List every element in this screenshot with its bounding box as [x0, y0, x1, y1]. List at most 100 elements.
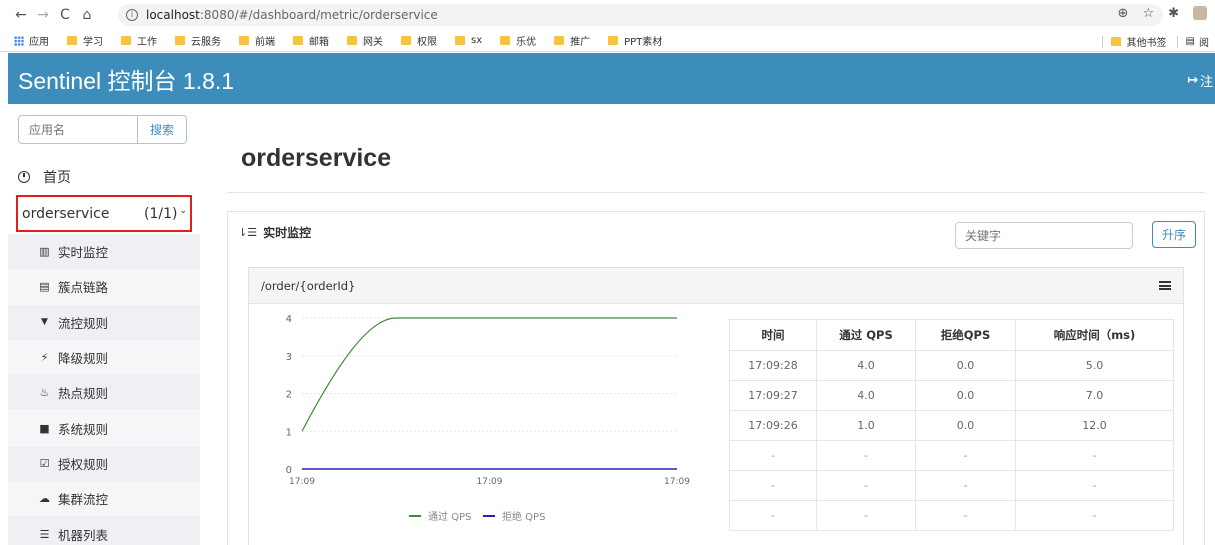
- profile-avatar[interactable]: [1193, 6, 1207, 20]
- sort-asc-button[interactable]: 升序: [1152, 221, 1196, 248]
- sidebar-item-system-rules[interactable]: ■ 系统规则: [8, 410, 200, 446]
- sidebar-item-cluster-point-link[interactable]: ▤ 簇点链路: [8, 269, 200, 305]
- bookmark-folder[interactable]: 网关: [347, 33, 383, 48]
- x-tick-label: 17:09: [664, 477, 690, 487]
- table-cell: -: [1015, 470, 1174, 501]
- sidebar-item-label: 首页: [43, 170, 71, 186]
- zoom-icon[interactable]: ⊕: [1118, 6, 1129, 21]
- home-icon[interactable]: ⌂: [76, 7, 98, 23]
- folder-icon: [401, 36, 411, 45]
- bookmark-apps[interactable]: 应用: [14, 33, 49, 48]
- table-cell: 17:09:26: [729, 410, 817, 441]
- sidebar-item-label: 机器列表: [58, 527, 109, 543]
- forward-icon[interactable]: →: [32, 7, 54, 23]
- sidebar-item-home[interactable]: 首页: [18, 167, 71, 187]
- reload-icon[interactable]: C: [54, 7, 76, 23]
- apps-grid-icon: [14, 35, 24, 46]
- column-header-time: 时间: [729, 319, 817, 351]
- back-icon[interactable]: ←: [10, 7, 32, 23]
- sign-out-icon: ↦: [1187, 73, 1198, 88]
- table-cell: -: [915, 500, 1016, 531]
- folder-icon: [455, 36, 465, 45]
- resource-metric-card: /order/{orderId} 0 1 2 3 4 17:09 17:09 17:09 通过 …: [248, 267, 1184, 545]
- app-header: Sentinel 控制台 1.8.1 ↦ 注: [8, 53, 1215, 104]
- sidebar-item-auth-rules[interactable]: ☑ 授权规则: [8, 446, 200, 481]
- app-search-input[interactable]: [18, 115, 138, 144]
- bookmark-folder[interactable]: 邮箱: [293, 33, 329, 48]
- folder-icon: [608, 36, 619, 45]
- info-icon[interactable]: i: [126, 9, 138, 21]
- bar-chart-icon: ▥: [39, 245, 50, 259]
- sidebar-item-machine-list[interactable]: ☰ 机器列表: [8, 516, 200, 545]
- app-title: Sentinel 控制台 1.8.1: [18, 67, 235, 94]
- address-bar[interactable]: i localhost:8080/#/dashboard/metric/orde…: [118, 4, 1163, 26]
- bookmark-folder[interactable]: 权限: [401, 33, 437, 48]
- panel-title-text: 实时监控: [263, 226, 312, 240]
- table-cell: 5.0: [1015, 350, 1174, 381]
- sidebar-item-realtime-monitor[interactable]: ▥ 实时监控: [8, 234, 200, 269]
- sidebar-item-label: 热点规则: [58, 386, 109, 402]
- extensions-icon[interactable]: ✱: [1168, 6, 1179, 21]
- bookmarks-right: 其他书签 ▤ 阅: [1101, 34, 1209, 49]
- bookmark-folder[interactable]: PPT素材: [608, 33, 662, 48]
- folder-icon: [239, 36, 249, 45]
- realtime-table: 时间 通过 QPS 拒绝QPS 响应时间（ms) 17:09:28 4.0 0.…: [729, 319, 1174, 531]
- y-tick-label: 1: [286, 427, 292, 438]
- app-search: 搜索: [18, 115, 187, 144]
- filter-icon: ▼: [41, 317, 48, 328]
- table-cell: -: [816, 470, 916, 501]
- app-count-text: (1/1): [143, 205, 178, 222]
- bookmark-folder[interactable]: 推广: [554, 33, 590, 48]
- x-tick-label: 17:09: [477, 477, 503, 487]
- divider: [1176, 35, 1178, 48]
- bookmark-other[interactable]: 其他书签: [1110, 34, 1167, 49]
- dashboard-icon: [18, 171, 30, 183]
- chevron-down-icon: ⌄: [179, 205, 187, 216]
- search-button[interactable]: 搜索: [138, 115, 187, 144]
- sidebar-item-cluster-flow[interactable]: ☁ 集群流控: [8, 481, 200, 517]
- sidebar-item-label: 系统规则: [58, 421, 109, 437]
- cloud-icon: ☁: [39, 492, 50, 506]
- table-cell: 1.0: [816, 410, 916, 441]
- url-host: localhost: [146, 8, 200, 22]
- table-cell: -: [729, 440, 817, 471]
- sidebar-item-label: 流控规则: [58, 315, 109, 331]
- table-row: - - - -: [729, 500, 1174, 531]
- sidebar-item-flow-rules[interactable]: ▼ 流控规则: [8, 305, 200, 340]
- folder-icon: [121, 36, 131, 45]
- star-icon[interactable]: ☆: [1142, 6, 1154, 21]
- sidebar-item-label: 降级规则: [58, 351, 109, 367]
- bookmark-folder[interactable]: sx: [455, 35, 482, 46]
- column-header-pass-qps: 通过 QPS: [816, 319, 916, 351]
- table-row: 17:09:28 4.0 0.0 5.0: [729, 350, 1174, 381]
- table-cell: 7.0: [1015, 380, 1174, 411]
- bookmark-folder[interactable]: 云服务: [175, 33, 221, 48]
- logout-label: 注: [1199, 75, 1213, 90]
- table-cell: -: [1015, 500, 1174, 531]
- bookmark-folder[interactable]: 学习: [67, 33, 103, 48]
- keyword-input[interactable]: [955, 222, 1133, 249]
- table-cell: -: [915, 440, 1016, 471]
- reading-list-icon: ▤: [1185, 36, 1195, 47]
- menu-icon[interactable]: [1159, 281, 1171, 290]
- column-header-rt: 响应时间（ms): [1015, 319, 1174, 351]
- browser-toolbar: ← → C ⌂ i localhost:8080/#/dashboard/met…: [0, 0, 1215, 30]
- page-title: orderservice: [241, 144, 392, 172]
- bookmark-folder[interactable]: 工作: [121, 33, 157, 48]
- table-row: 17:09:27 4.0 0.0 7.0: [729, 380, 1174, 411]
- sidebar-item-hotspot-rules[interactable]: ♨ 热点规则: [8, 375, 200, 410]
- app-selector-orderservice[interactable]: orderservice (1/1) ⌄: [16, 195, 192, 232]
- bookmark-folder[interactable]: 乐优: [500, 33, 536, 48]
- bookmark-folder[interactable]: 前端: [239, 33, 275, 48]
- legend-label: 通过 QPS: [428, 510, 471, 523]
- sort-amount-icon: ⇂☰: [238, 226, 258, 239]
- folder-icon: [554, 36, 565, 45]
- table-cell: -: [729, 500, 817, 531]
- table-cell: 0.0: [915, 410, 1016, 441]
- bookmark-reading-list[interactable]: ▤ 阅: [1186, 34, 1209, 49]
- sidebar-item-degrade-rules[interactable]: ⚡ 降级规则: [8, 339, 200, 376]
- table-cell: 0.0: [915, 380, 1016, 411]
- logout-button[interactable]: ↦ 注: [1187, 71, 1213, 90]
- y-tick-label: 3: [286, 352, 292, 363]
- fire-icon: ♨: [39, 386, 50, 400]
